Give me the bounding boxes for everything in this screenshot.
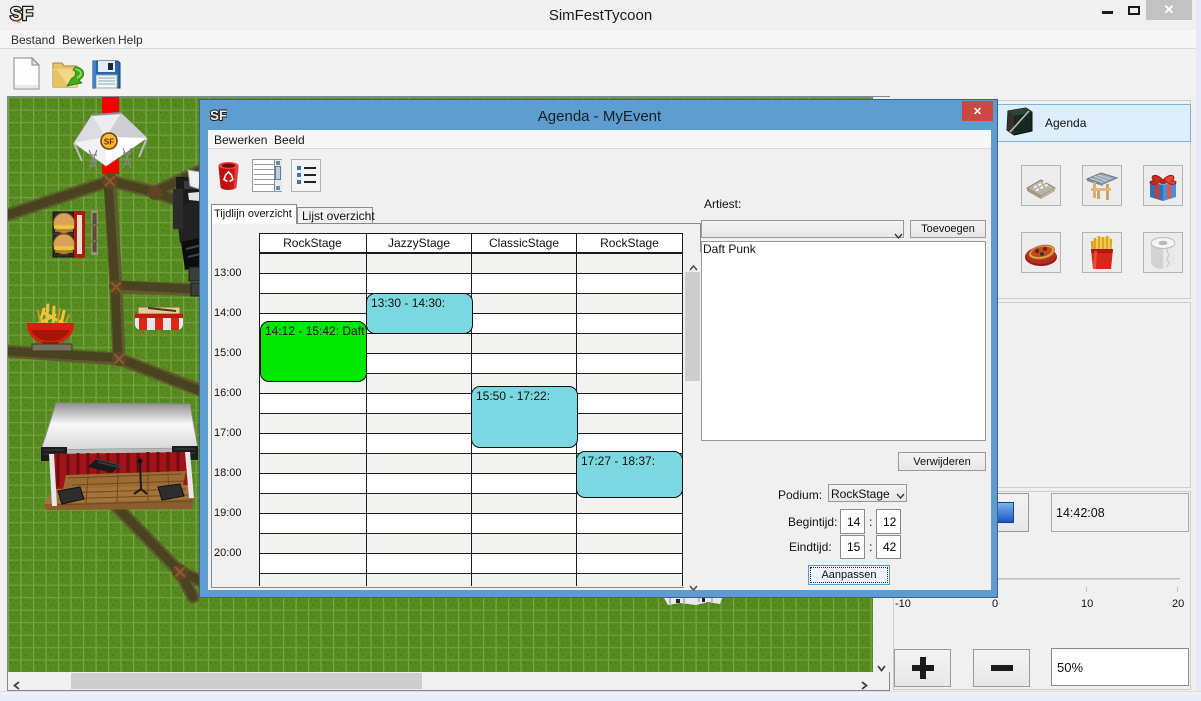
svg-text:SF: SF	[104, 138, 114, 147]
